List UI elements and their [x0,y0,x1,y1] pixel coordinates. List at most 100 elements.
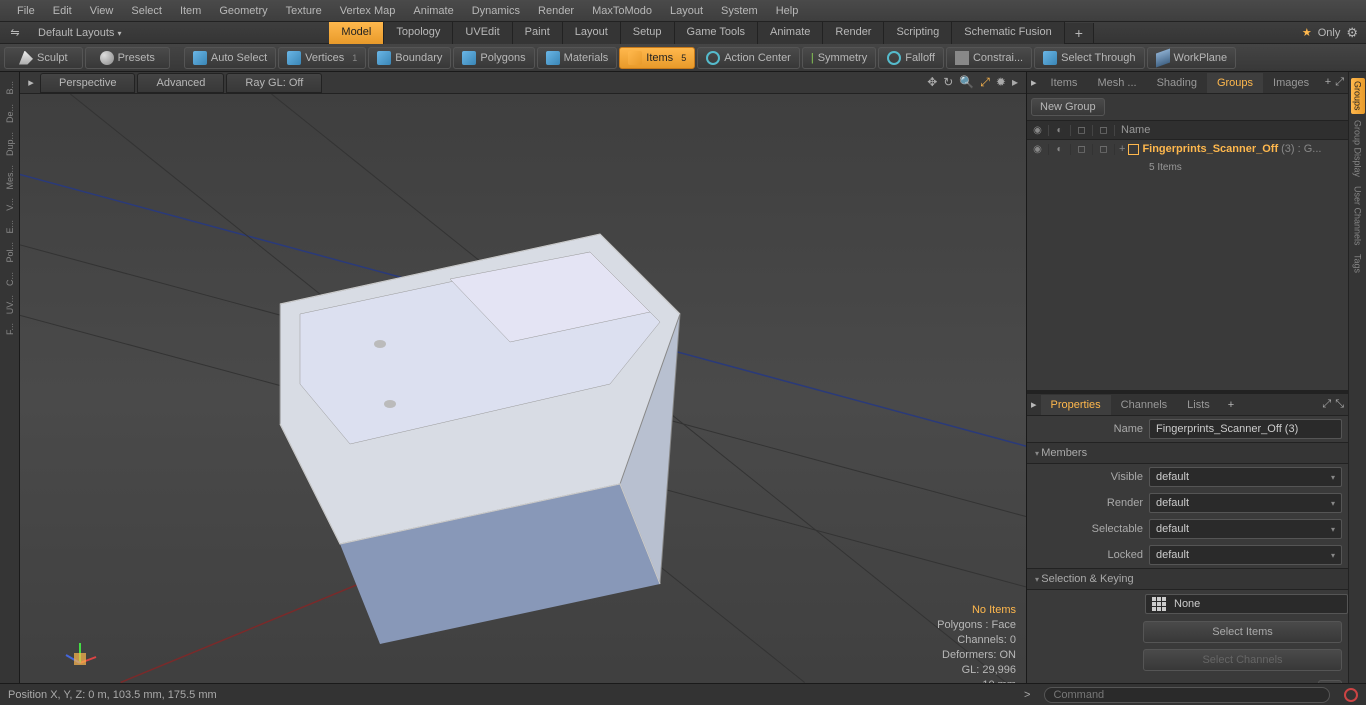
leftrail-item[interactable]: Dup... [3,129,17,159]
boundary-button[interactable]: Boundary [368,47,451,69]
expand-panel-icon[interactable]: ⤢ [1335,76,1344,89]
keying-mode[interactable]: None [1145,594,1348,614]
menu-item[interactable]: Item [171,2,210,20]
select-channels-button[interactable]: Select Channels [1143,649,1342,671]
menu-geometry[interactable]: Geometry [210,2,276,20]
layout-tab-model[interactable]: Model [329,22,384,44]
zoom-view-icon[interactable]: 🔍 [959,75,974,90]
advanced-tab[interactable]: Advanced [137,73,224,93]
perspective-tab[interactable]: Perspective [40,73,135,93]
menu-system[interactable]: System [712,2,767,20]
leftrail-item[interactable]: UV... [3,292,17,317]
action-center-button[interactable]: Action Center [697,47,800,69]
menu-render[interactable]: Render [529,2,583,20]
layout-tab-layout[interactable]: Layout [563,22,621,44]
menu-vertex-map[interactable]: Vertex Map [331,2,405,20]
mesh-tab[interactable]: Mesh ... [1087,73,1146,93]
properties-tab[interactable]: Properties [1041,395,1111,415]
col-select-icon[interactable]: ◻ [1093,125,1115,136]
symmetry-button[interactable]: |Symmetry [802,47,876,69]
channels-tab[interactable]: Channels [1111,395,1177,415]
members-section[interactable]: Members [1027,442,1348,464]
prop-pop-icon[interactable]: ⤡ [1335,398,1344,411]
constraints-button[interactable]: Constrai... [946,47,1032,69]
items-button[interactable]: Items5 [619,47,695,69]
tree-item-name[interactable]: Fingerprints_Scanner_Off [1142,143,1278,155]
add-prop-tab[interactable]: + [1222,399,1240,411]
menu-texture[interactable]: Texture [277,2,331,20]
falloff-button[interactable]: Falloff [878,47,944,69]
view-options-icon[interactable]: ✹ [996,75,1006,90]
layout-tab-game-tools[interactable]: Game Tools [675,22,759,44]
default-layouts-dropdown[interactable]: Default Layouts [30,27,129,39]
settings-gear-icon[interactable]: ⚙ [1346,25,1358,41]
leftrail-item[interactable]: V... [3,195,17,214]
groups-tab[interactable]: Groups [1207,73,1263,93]
leftrail-item[interactable]: Mes... [3,162,17,193]
col-solo-icon[interactable]: ◐ [1049,125,1071,136]
menu-layout[interactable]: Layout [661,2,712,20]
layout-tab-scripting[interactable]: Scripting [884,22,952,44]
layout-tab-animate[interactable]: Animate [758,22,823,44]
raygl-tab[interactable]: Ray GL: Off [226,73,322,93]
polygons-button[interactable]: Polygons [453,47,534,69]
menu-edit[interactable]: Edit [44,2,81,20]
layout-tab-topology[interactable]: Topology [384,22,453,44]
vertices-button[interactable]: Vertices1 [278,47,366,69]
name-field[interactable]: Fingerprints_Scanner_Off (3) [1149,419,1342,439]
add-layout-tab[interactable]: + [1065,23,1094,43]
new-group-button[interactable]: New Group [1031,98,1105,116]
props-menu-icon[interactable]: ▸ [1027,398,1041,411]
rotate-view-icon[interactable]: ↻ [943,75,953,90]
col-name-header[interactable]: Name [1115,124,1348,136]
visible-dropdown[interactable]: default [1149,467,1342,487]
menu-animate[interactable]: Animate [404,2,462,20]
selection-keying-section[interactable]: Selection & Keying [1027,568,1348,590]
materials-button[interactable]: Materials [537,47,618,69]
move-view-icon[interactable]: ✥ [927,75,937,90]
leftrail-item[interactable]: F... [3,320,17,338]
workplane-button[interactable]: WorkPlane [1147,47,1237,69]
command-prompt-icon[interactable]: > [1018,689,1036,701]
col-visible-icon[interactable]: ◉ [1027,125,1049,136]
view-menu-icon[interactable]: ▸ [1012,75,1018,90]
layout-tab-uvedit[interactable]: UVEdit [453,22,512,44]
leftrail-item[interactable]: Pol... [3,239,17,266]
scene-tree[interactable]: ◉◐◻◻ + Fingerprints_Scanner_Off (3) : G.… [1027,140,1348,390]
layout-tab-paint[interactable]: Paint [513,22,563,44]
add-panel-icon[interactable]: + [1325,76,1331,89]
sculpt-button[interactable]: Sculpt [4,47,83,69]
scene-menu-icon[interactable]: ▸ [1027,76,1041,89]
images-tab[interactable]: Images [1263,73,1319,93]
viewport-menu-icon[interactable]: ▸ [22,76,40,89]
presets-button[interactable]: Presets [85,47,170,69]
rightrail-group-display[interactable]: Group Display [1351,117,1365,180]
col-lock-icon[interactable]: ◻ [1071,125,1093,136]
expand-icon[interactable]: + [1119,143,1125,155]
favorite-icon[interactable]: ★ [1302,26,1312,39]
command-input[interactable]: Command [1044,687,1330,703]
record-icon[interactable] [1344,688,1358,702]
leftrail-item[interactable]: E... [3,217,17,237]
tree-row[interactable]: ◉◐◻◻ + Fingerprints_Scanner_Off (3) : G.… [1027,140,1348,158]
menu-maxtomodo[interactable]: MaxToModo [583,2,661,20]
items-tab[interactable]: Items [1041,73,1088,93]
history-icon[interactable]: ⇋ [0,26,30,39]
layout-tab-schematic-fusion[interactable]: Schematic Fusion [952,22,1064,44]
menu-view[interactable]: View [81,2,123,20]
menu-help[interactable]: Help [767,2,808,20]
render-dropdown[interactable]: default [1149,493,1342,513]
auto-select-button[interactable]: Auto Select [184,47,276,69]
rightrail-user-channels[interactable]: User Channels [1351,183,1365,249]
selectable-dropdown[interactable]: default [1149,519,1342,539]
layout-tab-setup[interactable]: Setup [621,22,675,44]
leftrail-item[interactable]: De... [3,101,17,126]
viewport-3d[interactable]: No Items Polygons : Face Channels: 0 Def… [20,94,1026,703]
leftrail-item[interactable]: C... [3,269,17,289]
select-items-button[interactable]: Select Items [1143,621,1342,643]
menu-file[interactable]: File [8,2,44,20]
leftrail-item[interactable]: B... [3,78,17,98]
only-label[interactable]: Only [1318,27,1341,39]
menu-select[interactable]: Select [122,2,171,20]
menu-dynamics[interactable]: Dynamics [463,2,529,20]
